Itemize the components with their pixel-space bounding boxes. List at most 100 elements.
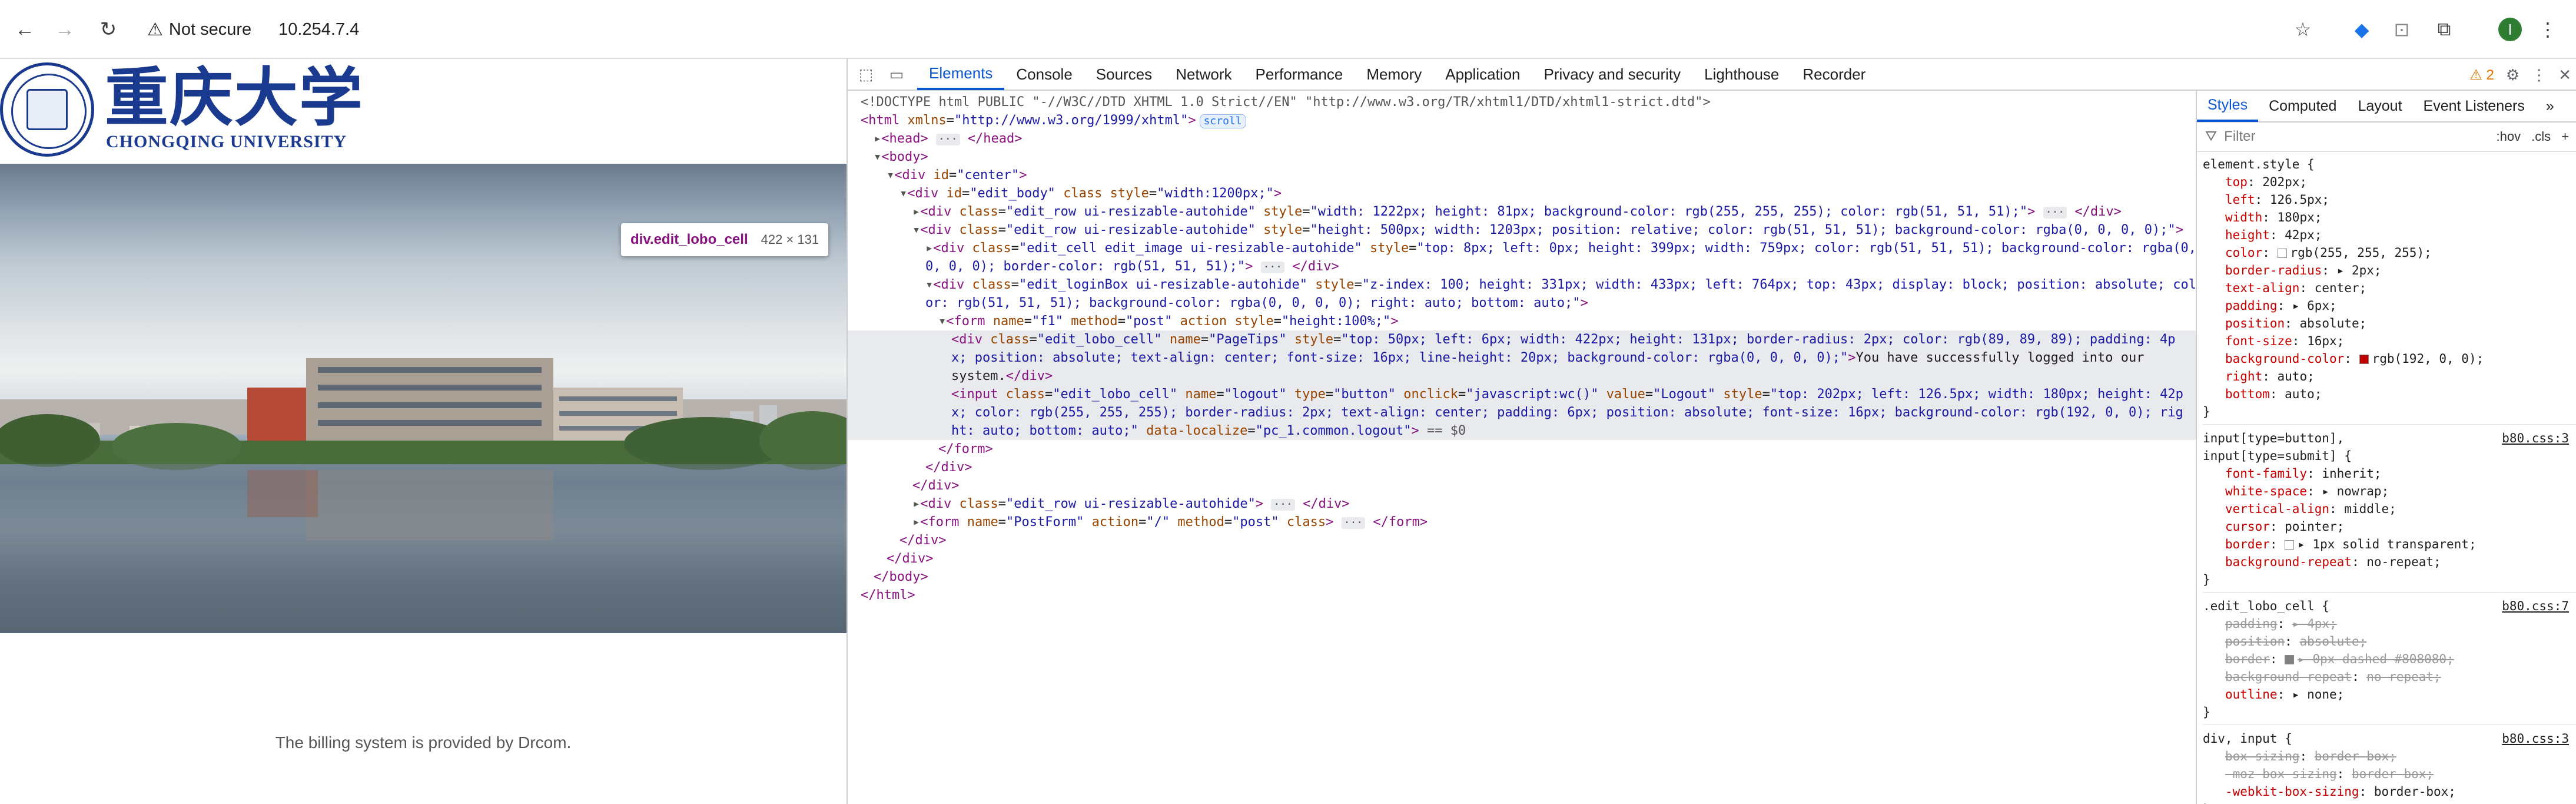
dom-node-line[interactable]: ▸<div class="edit_row ui-resizable-autoh… [848, 203, 2196, 221]
css-property[interactable]: vertical-align: middle; [2203, 500, 2576, 518]
css-property[interactable]: border: ▸ 0px dashed #808080; [2203, 650, 2576, 668]
dom-node-line[interactable]: or: rgb(51, 51, 51); background-color: r… [848, 294, 2196, 312]
dom-node-line[interactable]: <input class="edit_lobo_cell" name="logo… [848, 385, 2196, 403]
settings-gear-icon[interactable]: ⚙ [2506, 66, 2519, 84]
css-property[interactable]: right: auto; [2203, 368, 2576, 385]
css-property[interactable]: outline: ▸ none; [2203, 686, 2576, 703]
css-property[interactable]: top: 202px; [2203, 173, 2576, 191]
css-property[interactable]: text-align: center; [2203, 279, 2576, 297]
css-property[interactable]: box-sizing: border-box; [2203, 747, 2576, 765]
filter-tool-0[interactable]: :hov [2497, 129, 2521, 144]
css-property[interactable]: position: absolute; [2203, 315, 2576, 332]
close-icon[interactable]: ✕ [2558, 66, 2571, 84]
css-property[interactable]: height: 42px; [2203, 226, 2576, 244]
tab-privacy-and-security[interactable]: Privacy and security [1532, 58, 1693, 90]
dom-node-line[interactable]: ht: auto; bottom: auto;" data-localize="… [848, 422, 2196, 440]
dom-node-line[interactable]: ▾<form name="f1" method="post" action st… [848, 312, 2196, 330]
filter-tool-2[interactable]: + [2561, 129, 2569, 144]
dom-node-line[interactable]: </div> [848, 531, 2196, 550]
styles-tab-event-listeners[interactable]: Event Listeners [2413, 91, 2535, 122]
more-options-icon[interactable]: ⋮ [2531, 66, 2547, 84]
dom-node-line[interactable]: ▸<head> ··· </head> [848, 130, 2196, 148]
css-property[interactable]: color: rgb(255, 255, 255); [2203, 244, 2576, 262]
dom-node-line[interactable]: ▾<body> [848, 148, 2196, 166]
dom-node-line[interactable]: <!DOCTYPE html PUBLIC "-//W3C//DTD XHTML… [848, 93, 2196, 111]
rule-selector[interactable]: input[type=submit] { [2203, 447, 2576, 465]
color-swatch[interactable] [2285, 655, 2295, 664]
device-toolbar-button[interactable]: ▭ [884, 62, 909, 87]
css-property[interactable]: font-family: inherit; [2203, 465, 2576, 482]
rule-source-link[interactable]: b80.css:3 [2502, 730, 2569, 747]
css-property[interactable]: bottom: auto; [2203, 385, 2576, 403]
address-bar[interactable]: ⚠ Not secure 10.254.7.4 [147, 13, 359, 46]
dom-node-line[interactable]: ▸<form name="PostForm" action="/" method… [848, 513, 2196, 531]
profile-button[interactable]: I [2494, 13, 2527, 46]
css-property[interactable]: border: ▸ 1px solid transparent; [2203, 535, 2576, 553]
dom-node-line[interactable]: </div> [848, 458, 2196, 477]
tab-elements[interactable]: Elements [917, 58, 1005, 90]
dom-node-line[interactable]: </body> [848, 568, 2196, 586]
tab-memory[interactable]: Memory [1355, 58, 1433, 90]
css-property[interactable]: background-repeat: no-repeat; [2203, 553, 2576, 571]
tab-sources[interactable]: Sources [1084, 58, 1164, 90]
screenshot-button[interactable]: ⊡ [2385, 13, 2418, 46]
rule-source-link[interactable]: b80.css:7 [2502, 597, 2569, 615]
css-property[interactable]: background-repeat: no-repeat; [2203, 668, 2576, 686]
dom-node-line[interactable]: ▾<div class="edit_row ui-resizable-autoh… [848, 221, 2196, 239]
color-swatch[interactable] [2285, 540, 2295, 550]
dom-node-line[interactable]: x; position: absolute; text-align: cente… [848, 349, 2196, 367]
filter-tool-1[interactable]: .cls [2531, 129, 2551, 144]
rule-source-link[interactable]: b80.css:3 [2502, 429, 2569, 447]
css-property[interactable]: border-radius: ▸ 2px; [2203, 262, 2576, 279]
css-property[interactable]: background-color: rgb(192, 0, 0); [2203, 350, 2576, 368]
dom-node-line[interactable]: </form> [848, 440, 2196, 458]
bookmark-star-button[interactable]: ☆ [2286, 13, 2319, 46]
inspect-element-button[interactable]: ⬚ [854, 62, 878, 87]
rule-selector[interactable]: element.style { [2203, 155, 2576, 173]
dom-node-line[interactable]: </div> [848, 477, 2196, 495]
extension-button[interactable]: ◆ [2345, 13, 2378, 46]
color-swatch[interactable] [2277, 249, 2287, 258]
back-button[interactable]: ← [8, 13, 41, 46]
tab-recorder[interactable]: Recorder [1791, 58, 1877, 90]
forward-button[interactable]: → [48, 13, 81, 46]
tab-application[interactable]: Application [1433, 58, 1532, 90]
css-property[interactable]: position: absolute; [2203, 633, 2576, 650]
elements-dom-tree[interactable]: <!DOCTYPE html PUBLIC "-//W3C//DTD XHTML… [848, 91, 2196, 804]
dom-node-line[interactable]: ▾<div class="edit_loginBox ui-resizable-… [848, 276, 2196, 294]
dom-node-line[interactable]: ▸<div class="edit_row ui-resizable-autoh… [848, 495, 2196, 513]
more-tabs-chevron-icon[interactable]: » [2535, 91, 2565, 122]
color-swatch[interactable] [2359, 355, 2369, 364]
css-property[interactable]: -webkit-box-sizing: border-box; [2203, 783, 2576, 800]
tab-lighthouse[interactable]: Lighthouse [1692, 58, 1791, 90]
styles-tab-styles[interactable]: Styles [2197, 91, 2259, 122]
warnings-badge[interactable]: ⚠ 2 [2469, 67, 2494, 84]
dom-node-line[interactable]: ▸<div class="edit_cell edit_image ui-res… [848, 239, 2196, 257]
css-property[interactable]: font-size: 16px; [2203, 332, 2576, 350]
dom-node-line[interactable]: </html> [848, 586, 2196, 604]
css-property[interactable]: width: 180px; [2203, 209, 2576, 226]
dom-node-line[interactable]: </div> [848, 550, 2196, 568]
styles-filter-input[interactable]: Filter [2224, 128, 2255, 145]
css-property[interactable]: white-space: ▸ nowrap; [2203, 482, 2576, 500]
css-property[interactable]: padding: ▸ 6px; [2203, 297, 2576, 315]
dom-node-line[interactable]: 0, 0, 0); border-color: rgb(51, 51, 51);… [848, 257, 2196, 276]
tab-network[interactable]: Network [1164, 58, 1243, 90]
tab-performance[interactable]: Performance [1244, 58, 1355, 90]
dom-node-line[interactable]: system.</div> [848, 367, 2196, 385]
tab-console[interactable]: Console [1004, 58, 1084, 90]
css-property[interactable]: cursor: pointer; [2203, 518, 2576, 535]
styles-tab-computed[interactable]: Computed [2258, 91, 2347, 122]
dom-node-line[interactable]: ▾<div id="edit_body" class style="width:… [848, 184, 2196, 203]
browser-menu-button[interactable]: ⋮ [2531, 13, 2564, 46]
css-property[interactable]: padding: ▸ 4px; [2203, 615, 2576, 633]
dom-node-line[interactable]: ▾<div id="center"> [848, 166, 2196, 184]
extensions-menu-button[interactable]: ⧉ [2428, 13, 2461, 46]
css-property[interactable]: -moz-box-sizing: border-box; [2203, 765, 2576, 783]
reload-button[interactable]: ↻ [92, 13, 125, 46]
css-property[interactable]: left: 126.5px; [2203, 191, 2576, 209]
styles-tab-layout[interactable]: Layout [2347, 91, 2412, 122]
dom-node-line[interactable]: x; color: rgb(255, 255, 255); border-rad… [848, 403, 2196, 422]
dom-node-line[interactable]: <html xmlns="http://www.w3.org/1999/xhtm… [848, 111, 2196, 130]
dom-node-line[interactable]: <div class="edit_lobo_cell" name="PageTi… [848, 330, 2196, 349]
